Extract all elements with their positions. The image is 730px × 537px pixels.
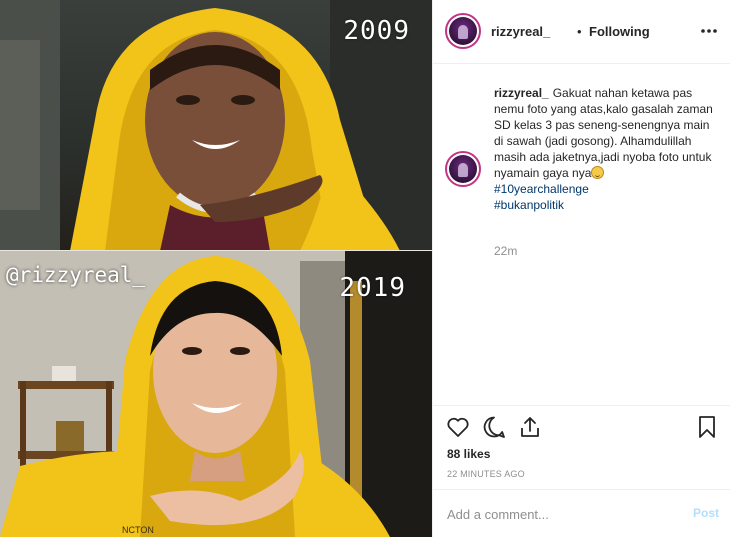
post-time-ago[interactable]: 22 MINUTES AGO xyxy=(447,469,525,479)
bookmark-icon[interactable] xyxy=(694,414,720,440)
comment-input[interactable] xyxy=(447,504,667,524)
header-username[interactable]: rizzyreal_ xyxy=(491,24,550,39)
caption-username[interactable]: rizzyreal_ xyxy=(494,86,549,100)
actions-divider xyxy=(433,405,730,406)
heart-icon[interactable] xyxy=(445,414,471,440)
hashtag-link[interactable]: #bukanpolitik xyxy=(494,197,720,213)
post-header: rizzyreal_ • Following xyxy=(433,0,730,64)
year-label-2019: 2019 xyxy=(339,273,406,303)
avatar-image xyxy=(449,17,477,45)
caption-timestamp[interactable]: 22m xyxy=(494,244,517,258)
caption-text: rizzyreal_ Gakuat nahan ketawa pas nemu f… xyxy=(494,85,720,213)
share-icon[interactable] xyxy=(517,414,543,440)
post-sidebar: rizzyreal_ • Following rizzyreal_ Gakuat … xyxy=(432,0,730,537)
svg-text:NCTON: NCTON xyxy=(122,525,154,535)
header-avatar[interactable] xyxy=(445,13,481,49)
post-comment-button[interactable]: Post xyxy=(693,506,719,520)
photo-watermark: @rizzyreal_ xyxy=(6,263,146,287)
photo-panel-2019: NCTON @rizzyreal_ 2019 xyxy=(0,251,432,537)
likes-count[interactable]: 88 likes xyxy=(447,447,490,461)
grinning-emoji-icon xyxy=(591,166,605,179)
header-separator: • xyxy=(577,24,582,39)
caption-avatar[interactable] xyxy=(445,151,481,187)
more-horizontal-icon[interactable] xyxy=(699,22,719,40)
caption-section: rizzyreal_ Gakuat nahan ketawa pas nemu f… xyxy=(433,64,730,404)
caption-body: Gakuat nahan ketawa pas nemu foto yang a… xyxy=(494,86,713,180)
follow-status-button[interactable]: Following xyxy=(589,24,650,39)
hashtag-link[interactable]: #10yearchallenge xyxy=(494,181,720,197)
post-photo[interactable]: 2009 NCTON @rizzyreal_ 2019 xyxy=(0,0,432,537)
avatar-image xyxy=(449,155,477,183)
year-label-2009: 2009 xyxy=(343,16,410,46)
photo-panel-2009: 2009 xyxy=(0,0,432,251)
comment-bar: Post xyxy=(433,489,730,537)
comment-icon[interactable] xyxy=(481,414,507,440)
